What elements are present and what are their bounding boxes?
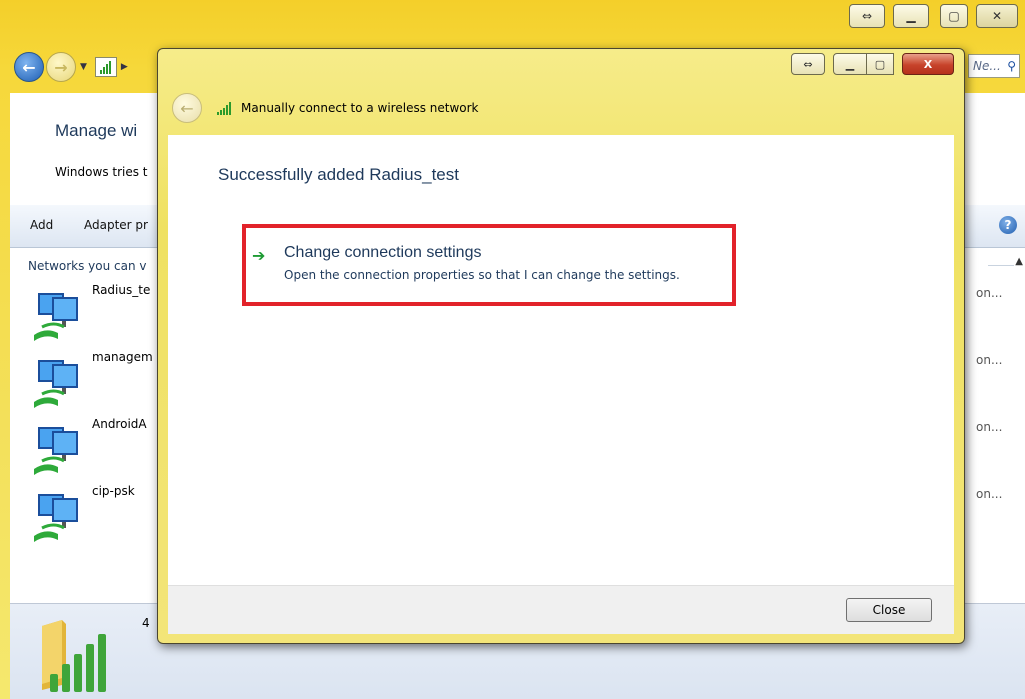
- bg-maximize-button[interactable]: ▢: [940, 4, 968, 28]
- network-signal-icon: [94, 57, 117, 77]
- network-status: on...: [976, 420, 1003, 434]
- bg-navigation: ← → ▼ ▶: [14, 52, 130, 82]
- bg-minimize-button[interactable]: ▁: [893, 4, 929, 28]
- option-title[interactable]: Change connection settings: [284, 244, 481, 262]
- search-input[interactable]: Ne... ⚲: [968, 54, 1020, 78]
- option-description: Open the connection properties so that I…: [284, 268, 680, 282]
- networks-group-header: Networks you can v: [28, 259, 147, 273]
- bg-caption-buttons-right: ▢ ✕: [940, 4, 1018, 28]
- forward-arrow-icon[interactable]: →: [46, 52, 76, 82]
- maximize-button[interactable]: ▢: [866, 53, 894, 75]
- back-arrow-icon[interactable]: ←: [14, 52, 44, 82]
- connect-dialog: ⇔ ▁ ▢ X ← Manually connect to a wireless…: [157, 48, 965, 644]
- divider: [988, 265, 1014, 266]
- green-arrow-icon: ➔: [252, 246, 266, 265]
- network-status: on...: [976, 487, 1003, 501]
- minimize-button[interactable]: ▁: [833, 53, 867, 75]
- breadcrumb-chevron-icon[interactable]: ▶: [121, 62, 128, 72]
- close-button[interactable]: Close: [846, 598, 932, 622]
- dialog-caption-buttons: ⇔ ▁ ▢ X: [791, 53, 954, 75]
- wireless-network-icon: [34, 427, 78, 475]
- help-icon[interactable]: ?: [999, 216, 1017, 234]
- resize-icon[interactable]: ⇔: [791, 53, 825, 75]
- close-icon[interactable]: X: [902, 53, 954, 75]
- network-name: managem: [92, 350, 153, 364]
- collapse-icon[interactable]: ▲: [1015, 256, 1023, 267]
- network-name: cip-psk: [92, 484, 135, 498]
- dialog-title: Manually connect to a wireless network: [241, 101, 479, 115]
- wireless-network-icon: [34, 494, 78, 542]
- wireless-network-icon: [34, 293, 78, 341]
- network-status: on...: [976, 286, 1003, 300]
- item-count: 4: [142, 616, 150, 630]
- page-title: Manage wi: [55, 121, 138, 140]
- bg-close-button[interactable]: ✕: [976, 4, 1018, 28]
- back-arrow-icon[interactable]: ←: [172, 93, 202, 123]
- page-description: Windows tries t: [55, 165, 148, 179]
- wireless-network-icon: [34, 360, 78, 408]
- success-heading: Successfully added Radius_test: [218, 165, 459, 184]
- search-icon[interactable]: ⚲: [1007, 59, 1016, 73]
- search-placeholder: Ne...: [973, 59, 1001, 73]
- dialog-body: Successfully added Radius_test ➔ Change …: [168, 135, 954, 585]
- network-status: on...: [976, 353, 1003, 367]
- wireless-signal-icon: [217, 101, 237, 115]
- bg-caption-buttons: ⇔ ▁: [849, 4, 929, 28]
- dialog-footer: Close: [168, 585, 954, 634]
- dialog-min-max: ▁ ▢: [833, 53, 894, 75]
- history-dropdown-icon[interactable]: ▼: [80, 62, 87, 72]
- resize-icon[interactable]: ⇔: [849, 4, 885, 28]
- network-name: Radius_te: [92, 283, 151, 297]
- highlight-box: [242, 224, 736, 306]
- network-folder-icon: [42, 620, 106, 692]
- adapter-properties-button[interactable]: Adapter pr: [84, 218, 148, 232]
- network-name: AndroidA: [92, 417, 147, 431]
- add-button[interactable]: Add: [30, 218, 53, 232]
